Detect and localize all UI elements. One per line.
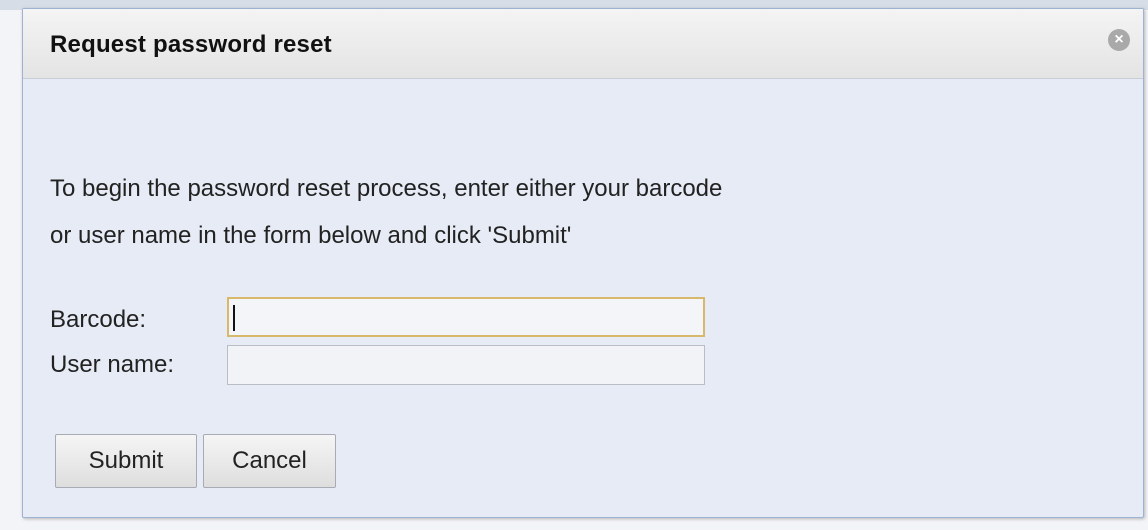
dialog-titlebar: Request password reset × [23,9,1143,79]
dialog-title: Request password reset [50,31,332,58]
close-icon[interactable]: × [1108,29,1130,51]
username-label: User name: [50,351,175,378]
barcode-input[interactable] [227,297,705,337]
username-input[interactable] [227,345,705,385]
instructions-line-1: To begin the password reset process, ent… [50,175,723,202]
password-reset-dialog: Request password reset × To begin the pa… [22,8,1144,518]
cancel-button[interactable]: Cancel [203,434,336,488]
text-cursor [233,305,235,331]
barcode-label: Barcode: [50,306,147,333]
instructions-line-2: or user name in the form below and click… [50,222,572,249]
instructions-text: To begin the password reset process, ent… [50,165,722,259]
submit-button[interactable]: Submit [55,434,197,488]
